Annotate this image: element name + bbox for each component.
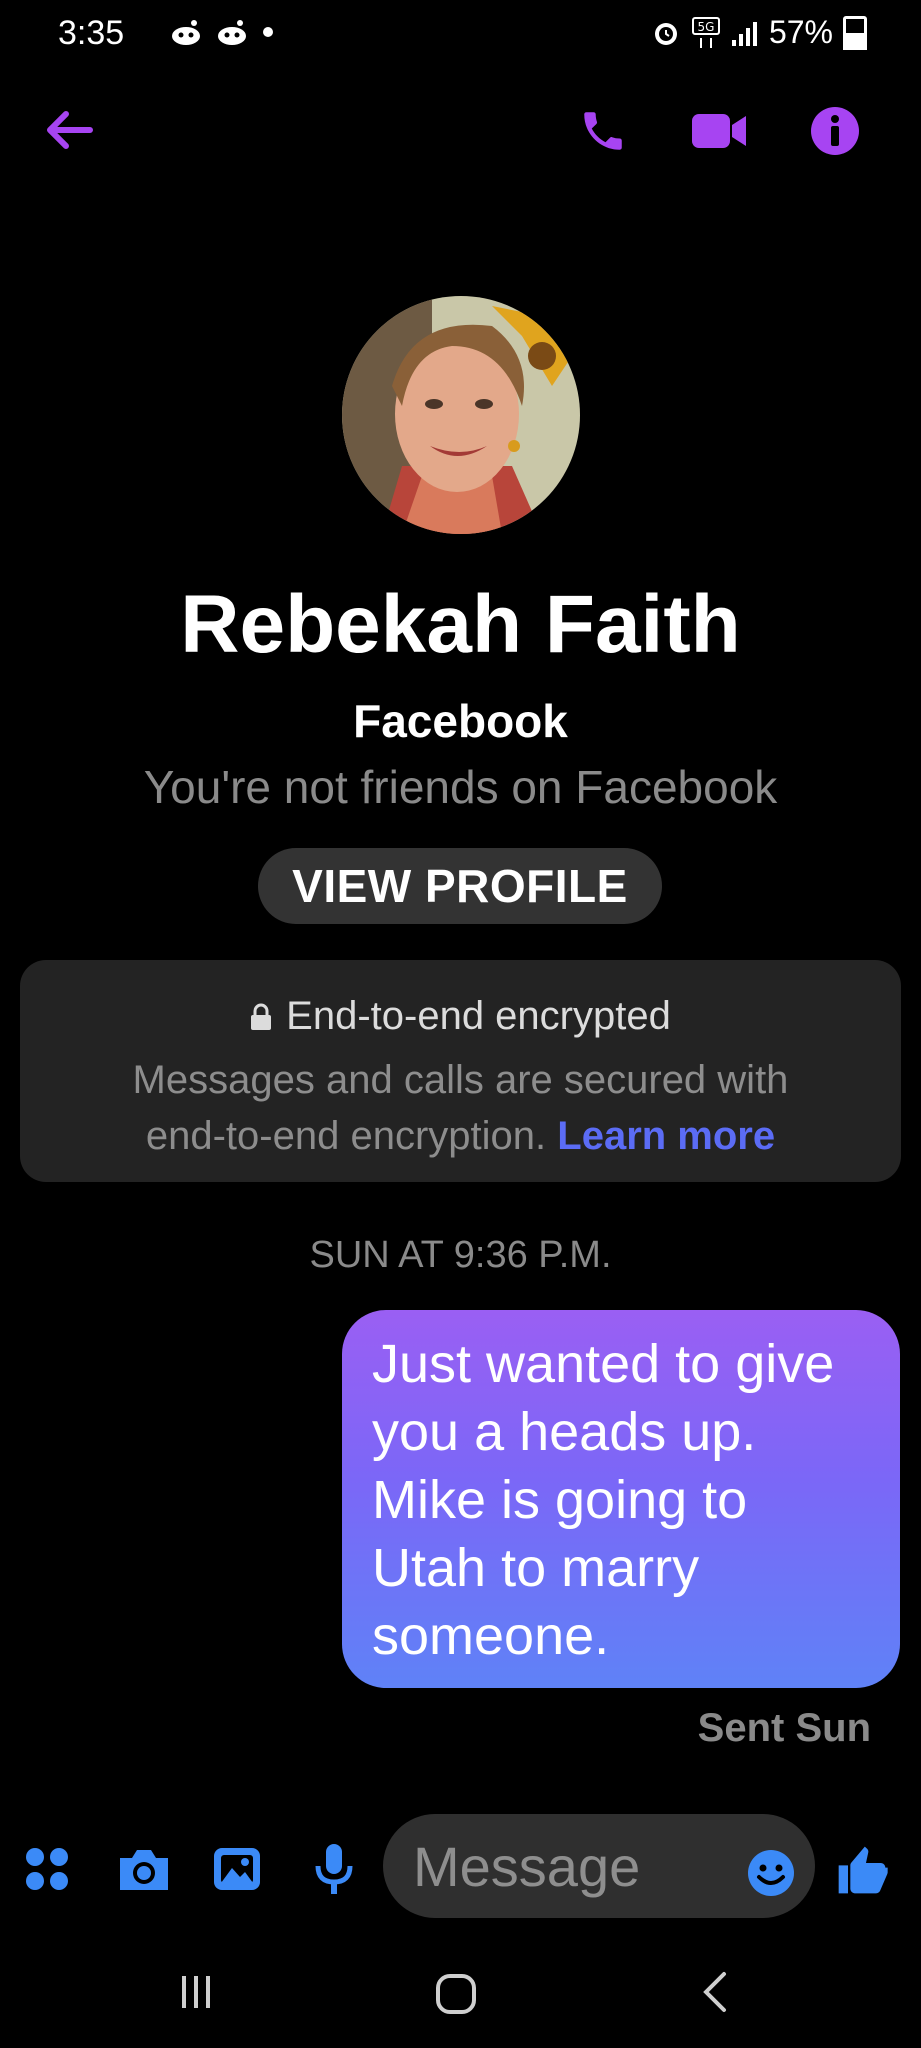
notification-icons	[170, 18, 274, 46]
back-arrow-icon[interactable]	[44, 108, 94, 152]
lock-icon	[251, 1003, 272, 1030]
alarm-icon	[654, 22, 677, 45]
5g-icon: 5G	[691, 16, 720, 48]
message-line: you a heads up.	[372, 1402, 757, 1462]
video-camera-icon[interactable]	[690, 110, 748, 152]
apps-grid-icon[interactable]	[24, 1846, 70, 1892]
gallery-icon[interactable]	[212, 1846, 262, 1892]
microphone-icon[interactable]	[314, 1842, 354, 1896]
contact-platform: Facebook	[353, 695, 568, 747]
friendship-status: You're not friends on Facebook	[143, 761, 778, 813]
signal-icon	[731, 21, 757, 46]
dot-icon	[263, 27, 273, 37]
encryption-notice: End-to-end encrypted Messages and calls …	[20, 960, 901, 1182]
battery-icon	[843, 15, 867, 50]
encryption-title: End-to-end encrypted	[286, 994, 671, 1038]
status-right: 5G 57%	[651, 14, 867, 51]
reddit-icon	[218, 20, 246, 45]
encryption-body-line1: Messages and calls are secured with	[132, 1058, 789, 1102]
message-line: someone.	[372, 1606, 610, 1666]
message-line: Utah to marry	[372, 1538, 700, 1598]
svg-text:5G: 5G	[697, 20, 714, 34]
outgoing-message-bubble[interactable]: Just wanted to give you a heads up. Mike…	[342, 1310, 900, 1688]
encryption-body-line2: end-to-end encryption.	[145, 1114, 547, 1158]
camera-icon[interactable]	[116, 1846, 172, 1892]
message-line: Just wanted to give	[372, 1334, 835, 1394]
thumbs-up-icon[interactable]	[834, 1842, 890, 1898]
emoji-icon[interactable]	[746, 1848, 796, 1898]
avatar[interactable]	[342, 296, 580, 534]
info-icon[interactable]	[810, 106, 860, 156]
phone-icon[interactable]	[578, 106, 628, 156]
message-timestamp: SUN AT 9:36 P.M.	[309, 1234, 612, 1276]
encryption-body-line2-row: end-to-end encryption. Learn more	[20, 1108, 901, 1164]
battery-percent: 57%	[768, 14, 833, 50]
encryption-title-row: End-to-end encrypted	[20, 994, 901, 1039]
learn-more-link[interactable]: Learn more	[557, 1114, 775, 1158]
delivery-status: Sent Sun	[697, 1706, 871, 1750]
home-icon[interactable]	[434, 1972, 478, 2016]
encryption-body: Messages and calls are secured with end-…	[20, 1052, 901, 1164]
message-line: Mike is going to	[372, 1470, 748, 1530]
reddit-icon	[172, 20, 200, 45]
nav-back-icon[interactable]	[700, 1970, 730, 2014]
status-time: 3:35	[58, 14, 125, 52]
message-placeholder: Message	[413, 1834, 641, 1898]
recent-apps-icon[interactable]	[176, 1972, 216, 2012]
view-profile-button[interactable]: VIEW PROFILE	[258, 848, 662, 924]
contact-name: Rebekah Faith	[180, 579, 741, 670]
